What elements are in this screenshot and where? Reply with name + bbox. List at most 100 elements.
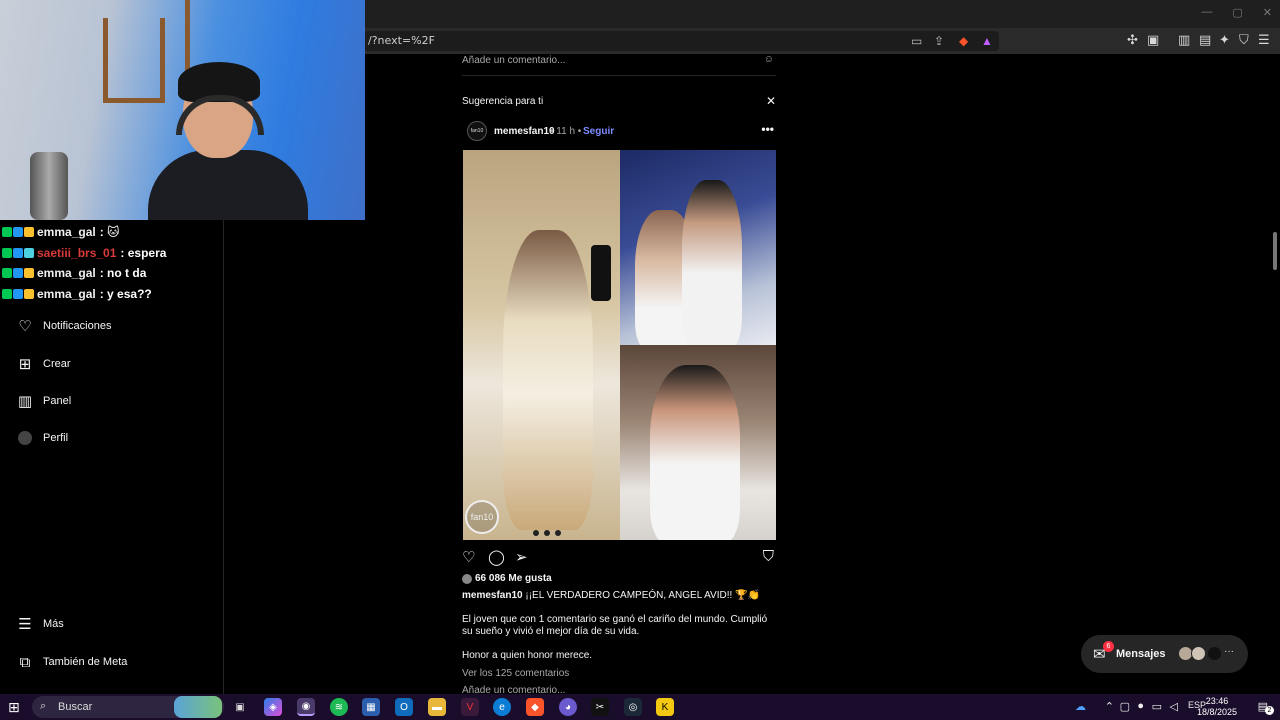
chat-line: saetiii_brs_01 : espera [2, 243, 222, 264]
more-options-icon[interactable]: ••• [761, 122, 774, 136]
share-icon[interactable]: ⇪ [934, 34, 944, 48]
search-icon: ⌕ [40, 700, 47, 712]
brave-icon[interactable]: ◆ [526, 698, 544, 716]
discord-icon[interactable]: ◕ [559, 698, 577, 716]
cast-icon[interactable]: ▭ [911, 34, 922, 48]
chat-message: : 🐱 [99, 225, 120, 240]
messages-label: Mensajes [1116, 648, 1166, 660]
nav-item-notifications[interactable]: ♡ Notificaciones [16, 314, 111, 338]
vegas-icon[interactable]: V [461, 698, 479, 716]
store-icon[interactable]: ▦ [362, 698, 380, 716]
chat-line: emma_gal : y esa?? [2, 284, 222, 305]
view-comments-link[interactable]: Ver los 125 comentarios [462, 668, 776, 680]
nav-item-panel[interactable]: ▥ Panel [16, 389, 71, 413]
streamer-body [148, 150, 308, 220]
shelf [103, 18, 165, 103]
minimize-button[interactable]: — [1201, 6, 1212, 19]
chat-message: : no t da [99, 266, 147, 281]
post-avatar[interactable]: fan10 [467, 121, 487, 141]
chat-username: saetiii_brs_01 [37, 245, 117, 260]
carousel-dot[interactable] [555, 530, 561, 536]
meta-grid-icon: ⧉ [19, 653, 31, 671]
leo-ai-icon[interactable]: ✦ [1219, 32, 1230, 48]
post-username[interactable]: memesfan10 [494, 126, 555, 137]
chevron-up-icon[interactable]: ⌃ [1105, 700, 1114, 713]
taskbar-search[interactable]: ⌕ Buscar [32, 696, 224, 718]
stream-chat: emma_gal : 🐱 saetiii_brs_01 : espera emm… [2, 222, 222, 304]
comment-bubble-icon[interactable]: ◯ [488, 548, 505, 566]
close-icon[interactable]: ✕ [766, 94, 776, 108]
window-controls: — ▢ ✕ [1201, 6, 1272, 19]
follow-button[interactable]: Seguir [583, 126, 614, 137]
like-heart-icon[interactable]: ♡ [462, 548, 475, 566]
wallet-icon[interactable]: ▤ [1199, 32, 1211, 48]
chat-username: emma_gal [37, 225, 96, 240]
image-panel [463, 150, 620, 540]
menu-icon[interactable]: ☰ [1258, 32, 1270, 48]
carousel-dot[interactable] [533, 530, 539, 536]
search-highlight-image [174, 696, 222, 718]
likes-row: 66 086 Me gusta [462, 573, 552, 584]
kick-icon[interactable]: K [656, 698, 674, 716]
maximize-button[interactable]: ▢ [1232, 6, 1242, 19]
emoji-icon[interactable]: ☺ [764, 54, 774, 65]
file-explorer-icon[interactable]: ▬ [428, 698, 446, 716]
brave-shield-icon[interactable]: ◆ [959, 34, 968, 48]
task-view-icon[interactable]: ▣ [231, 698, 249, 716]
windows-start-icon[interactable]: ⊞ [8, 699, 20, 716]
page-scrollbar[interactable] [1270, 54, 1278, 694]
chat-badges [2, 268, 34, 279]
obs-icon[interactable]: ◉ [297, 698, 315, 716]
vpn-tray-icon[interactable]: ☁ [1075, 700, 1086, 713]
sidebar-toggle-icon[interactable]: ▥ [1178, 32, 1190, 48]
volume-icon[interactable]: ◁ [1170, 700, 1178, 713]
caption-username[interactable]: memesfan10 [462, 590, 523, 601]
close-window-button[interactable]: ✕ [1263, 6, 1272, 19]
nav-label: Notificaciones [43, 320, 112, 332]
carousel-dot[interactable] [544, 530, 550, 536]
chat-line: emma_gal : no t da [2, 263, 222, 284]
nav-item-profile[interactable]: Perfil [16, 426, 68, 450]
network-icon[interactable]: ▭ [1152, 700, 1162, 713]
tray-app-icon[interactable]: ▢ [1120, 700, 1130, 713]
vpn-icon[interactable]: ⛉ [1239, 32, 1249, 48]
extensions-icon[interactable]: ✣ [1127, 32, 1138, 48]
comment-input[interactable]: Añade un comentario... [462, 55, 565, 66]
url-text: /?next=%2F [368, 34, 435, 47]
messages-button[interactable]: ✉ 6 Mensajes ··· [1081, 635, 1248, 673]
clock-date[interactable]: 18/8/2025 [1192, 707, 1242, 717]
tab-manager-icon[interactable]: ▣ [1147, 32, 1159, 48]
nav-label: Panel [43, 395, 72, 407]
clock-time[interactable]: 23:46 [1192, 696, 1242, 706]
notification-count: 2 [1265, 706, 1274, 715]
contact-avatar [1191, 646, 1206, 661]
brave-rewards-icon[interactable]: ▲ [981, 34, 993, 48]
chat-username: emma_gal [37, 266, 96, 281]
likes-count[interactable]: 66 086 Me gusta [475, 573, 552, 584]
watermark-logo: fan10 [465, 500, 499, 534]
capcut-icon[interactable]: ✂ [591, 698, 609, 716]
nav-label: Más [43, 618, 64, 630]
search-placeholder: Buscar [58, 701, 93, 713]
steam-icon[interactable]: ◎ [624, 698, 642, 716]
chart-icon: ▥ [17, 393, 33, 410]
taskbar: ⊞ ⌕ Buscar ▣ ◈ ◉ ≋ ▦ O ▬ V e ◆ ◕ ✂ ◎ K ☁… [0, 694, 1280, 720]
outlook-icon[interactable]: O [395, 698, 413, 716]
microphone-icon[interactable]: ● [1137, 700, 1144, 712]
chat-username: emma_gal [37, 286, 96, 301]
scroll-thumb[interactable] [1273, 232, 1277, 270]
chat-badges [2, 247, 34, 258]
post-image[interactable]: fan10 [463, 150, 776, 540]
nav-item-meta[interactable]: ⧉ También de Meta [16, 650, 128, 674]
url-field[interactable]: /?next=%2F ▭ ⇪ ◆ ▲ [364, 31, 999, 51]
copilot-icon[interactable]: ◈ [264, 698, 282, 716]
nav-item-create[interactable]: ⊞ Crear [16, 352, 71, 376]
share-paperplane-icon[interactable]: ➢ [515, 548, 528, 566]
contact-avatar [1207, 646, 1222, 661]
nav-item-more[interactable]: ☰ Más [16, 612, 64, 636]
chat-badges [2, 288, 34, 299]
save-bookmark-icon[interactable]: ⛉ [763, 548, 774, 565]
spotify-icon[interactable]: ≋ [330, 698, 348, 716]
edge-icon[interactable]: e [493, 698, 511, 716]
profile-avatar-icon [16, 429, 34, 447]
